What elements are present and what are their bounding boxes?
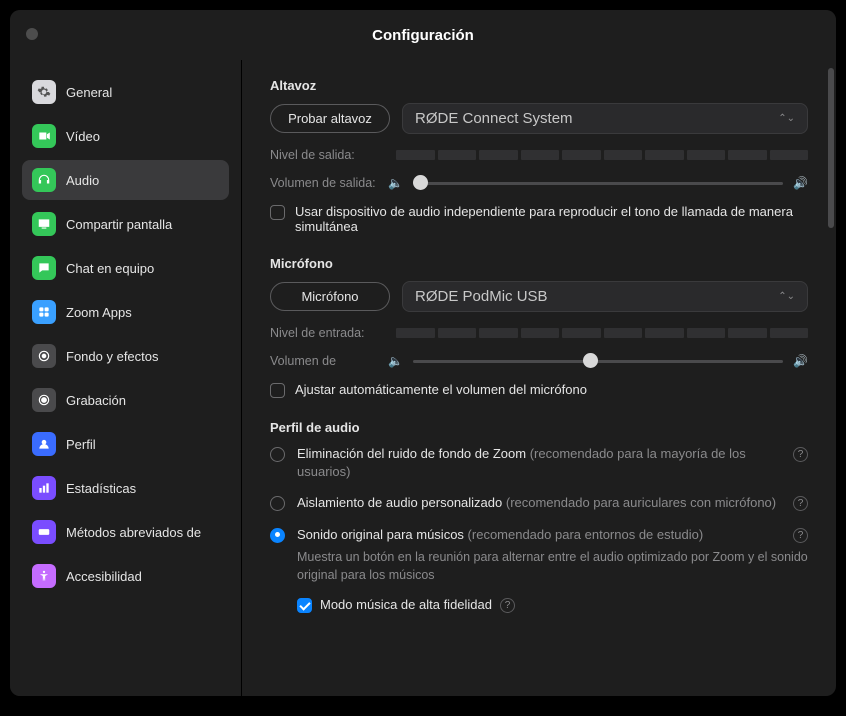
sidebar-item-accessibility[interactable]: Accesibilidad: [22, 556, 229, 596]
profile-icon: [32, 432, 56, 456]
separate-device-label: Usar dispositivo de audio independiente …: [295, 204, 808, 234]
share-screen-icon: [32, 212, 56, 236]
input-level-meter: [396, 328, 808, 338]
input-volume-label: Volumen de: [270, 354, 378, 368]
sidebar-item-general[interactable]: General: [22, 72, 229, 112]
stats-icon: [32, 476, 56, 500]
chat-icon: [32, 256, 56, 280]
camera-icon: [32, 124, 56, 148]
chevron-updown-icon: ⌃⌄: [778, 113, 795, 124]
isolation-label: Aislamiento de audio personalizado (reco…: [297, 494, 781, 512]
audio-profile-heading: Perfil de audio: [270, 420, 808, 435]
sidebar-item-label: Compartir pantalla: [66, 217, 172, 232]
original-sound-radio[interactable]: [270, 528, 285, 543]
scrollbar-thumb[interactable]: [828, 68, 834, 228]
original-sound-label: Sonido original para músicos (recomendad…: [297, 526, 781, 544]
help-icon[interactable]: ?: [793, 447, 808, 462]
sidebar-item-shortcuts[interactable]: Métodos abreviados de: [22, 512, 229, 552]
test-speaker-button[interactable]: Probar altavoz: [270, 104, 390, 133]
sidebar-item-share[interactable]: Compartir pantalla: [22, 204, 229, 244]
sidebar-item-label: Vídeo: [66, 129, 100, 144]
input-volume-slider[interactable]: [413, 352, 783, 370]
output-level-label: Nivel de salida:: [270, 148, 378, 162]
hifi-checkbox[interactable]: [297, 598, 312, 613]
sidebar-item-background[interactable]: Fondo y efectos: [22, 336, 229, 376]
sidebar-item-label: Zoom Apps: [66, 305, 132, 320]
original-sound-description: Muestra un botón en la reunión para alte…: [297, 549, 808, 584]
titlebar: Configuración: [10, 10, 836, 60]
sidebar-item-zoomapps[interactable]: Zoom Apps: [22, 292, 229, 332]
window-body: General Vídeo Audio Compartir pantalla C…: [10, 60, 836, 696]
auto-adjust-label: Ajustar automáticamente el volumen del m…: [295, 382, 587, 397]
output-volume-label: Volumen de salida:: [270, 176, 378, 190]
sidebar-item-statistics[interactable]: Estadísticas: [22, 468, 229, 508]
sidebar-item-label: General: [66, 85, 112, 100]
keyboard-icon: [32, 520, 56, 544]
sidebar-item-profile[interactable]: Perfil: [22, 424, 229, 464]
mic-device-value: RØDE PodMic USB: [415, 288, 548, 305]
test-microphone-button[interactable]: Micrófono: [270, 282, 390, 311]
sidebar-item-label: Chat en equipo: [66, 261, 154, 276]
sidebar-item-teamchat[interactable]: Chat en equipo: [22, 248, 229, 288]
noise-removal-radio[interactable]: [270, 447, 285, 462]
close-dot[interactable]: [26, 28, 38, 40]
help-icon[interactable]: ?: [500, 598, 515, 613]
sidebar: General Vídeo Audio Compartir pantalla C…: [10, 60, 242, 696]
speaker-high-icon: 🔊: [793, 176, 808, 190]
speaker-device-value: RØDE Connect System: [415, 110, 573, 127]
gear-icon: [32, 80, 56, 104]
hifi-label: Modo música de alta fidelidad: [320, 597, 492, 612]
microphone-section: Micrófono Micrófono RØDE PodMic USB ⌃⌄ N…: [270, 256, 808, 398]
sidebar-item-label: Audio: [66, 173, 99, 188]
audio-profile-section: Perfil de audio Eliminación del ruido de…: [270, 420, 808, 613]
noise-removal-label: Eliminación del ruido de fondo de Zoom (…: [297, 445, 781, 480]
sidebar-item-label: Estadísticas: [66, 481, 136, 496]
settings-window: Configuración General Vídeo Audio Compar…: [10, 10, 836, 696]
auto-adjust-checkbox[interactable]: [270, 383, 285, 398]
traffic-lights: [26, 28, 38, 40]
microphone-heading: Micrófono: [270, 256, 808, 271]
speaker-high-icon: 🔊: [793, 354, 808, 368]
sidebar-item-label: Perfil: [66, 437, 96, 452]
sidebar-item-audio[interactable]: Audio: [22, 160, 229, 200]
sidebar-item-recording[interactable]: Grabación: [22, 380, 229, 420]
sidebar-item-label: Métodos abreviados de: [66, 525, 201, 540]
speaker-low-icon: 🔈: [388, 176, 403, 190]
help-icon[interactable]: ?: [793, 496, 808, 511]
sidebar-item-video[interactable]: Vídeo: [22, 116, 229, 156]
accessibility-icon: [32, 564, 56, 588]
slider-thumb[interactable]: [583, 353, 598, 368]
apps-icon: [32, 300, 56, 324]
help-icon[interactable]: ?: [793, 528, 808, 543]
speaker-section: Altavoz Probar altavoz RØDE Connect Syst…: [270, 78, 808, 234]
background-icon: [32, 344, 56, 368]
separate-device-checkbox[interactable]: [270, 205, 285, 220]
speaker-low-icon: 🔈: [388, 354, 403, 368]
mic-device-dropdown[interactable]: RØDE PodMic USB ⌃⌄: [402, 281, 808, 312]
input-level-label: Nivel de entrada:: [270, 326, 378, 340]
content-pane: Altavoz Probar altavoz RØDE Connect Syst…: [242, 60, 836, 696]
recording-icon: [32, 388, 56, 412]
speaker-device-dropdown[interactable]: RØDE Connect System ⌃⌄: [402, 103, 808, 134]
speaker-heading: Altavoz: [270, 78, 808, 93]
chevron-updown-icon: ⌃⌄: [778, 291, 795, 302]
output-volume-slider[interactable]: [413, 174, 783, 192]
sidebar-item-label: Accesibilidad: [66, 569, 142, 584]
isolation-radio[interactable]: [270, 496, 285, 511]
sidebar-item-label: Fondo y efectos: [66, 349, 159, 364]
headphones-icon: [32, 168, 56, 192]
slider-thumb[interactable]: [413, 175, 428, 190]
sidebar-item-label: Grabación: [66, 393, 126, 408]
window-title: Configuración: [372, 27, 474, 44]
output-level-meter: [396, 150, 808, 160]
